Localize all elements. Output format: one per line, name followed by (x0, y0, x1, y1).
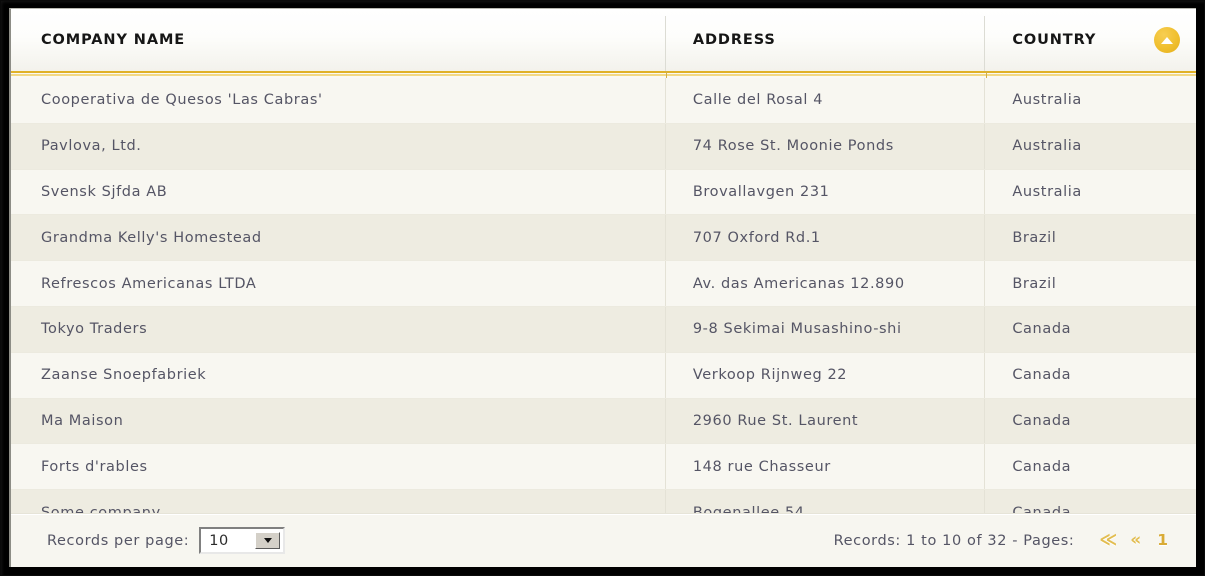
cell-country: Brazil (984, 261, 1196, 306)
cell-address: Av. das Americanas 12.890 (664, 261, 984, 306)
cell-country: Canada (984, 398, 1196, 444)
column-header-address[interactable]: ADDRESS (664, 9, 984, 71)
cell-company-name: Pavlova, Ltd. (41, 138, 142, 155)
table-row[interactable]: Refrescos Americanas LTDA Av. das Americ… (11, 261, 1196, 307)
grid-footer: Records per page: 10 Records: 1 to 10 of… (11, 513, 1196, 567)
records-per-page-select[interactable]: 10 (199, 527, 286, 554)
column-header-country[interactable]: COUNTRY (984, 9, 1196, 71)
chevron-down-icon[interactable] (255, 532, 281, 549)
records-per-page-label: Records per page: (47, 532, 190, 549)
previous-page-button[interactable]: « (1123, 532, 1147, 549)
records-info-label: Records: 1 to 10 of 32 - Pages: (833, 532, 1075, 549)
column-header-country-label: COUNTRY (1012, 32, 1097, 48)
cell-address: Brovallavgen 231 (664, 169, 984, 215)
widget-frame: COMPANY NAME ADDRESS COUNTRY Cooperativa… (0, 0, 1205, 576)
cell-address: 148 rue Chasseur (664, 444, 984, 489)
header-accent-rule (11, 71, 1196, 78)
cell-company-name: Cooperativa de Quesos 'Las Cabras' (41, 92, 323, 109)
cell-country: Canada (984, 352, 1196, 398)
table-row[interactable]: Svensk Sjfda AB Brovallavgen 231 Austral… (11, 169, 1196, 216)
data-grid: COMPANY NAME ADDRESS COUNTRY Cooperativa… (9, 8, 1196, 567)
grid-header-row: COMPANY NAME ADDRESS COUNTRY (11, 9, 1196, 71)
records-per-page-value: 10 (209, 532, 229, 549)
cell-country: Brazil (984, 215, 1196, 260)
cell-address: Calle del Rosal 4 (664, 78, 984, 123)
first-page-button[interactable]: ≪ (1092, 532, 1123, 549)
cell-company-name: Grandma Kelly's Homestead (41, 229, 262, 246)
accent-rule-lower (11, 74, 1196, 76)
cell-address: 2960 Rue St. Laurent (664, 398, 984, 444)
records-per-page-group: Records per page: 10 (11, 527, 286, 554)
column-header-company-name[interactable]: COMPANY NAME (11, 9, 665, 71)
cell-company-name: Tokyo Traders (41, 321, 148, 338)
cell-company-name: Svensk Sjfda AB (41, 183, 168, 200)
column-header-address-label: ADDRESS (692, 32, 776, 48)
table-row[interactable]: Forts d'rables 148 rue Chasseur Canada (11, 444, 1196, 491)
accent-rule-tick (666, 71, 667, 78)
cell-address: Verkoop Rijnweg 22 (664, 352, 984, 398)
cell-address: 74 Rose St. Moonie Ponds (664, 123, 984, 169)
table-row[interactable]: Zaanse Snoepfabriek Verkoop Rijnweg 22 C… (11, 352, 1196, 399)
cell-company-name: Zaanse Snoepfabriek (41, 367, 207, 384)
grid-body: Cooperativa de Quesos 'Las Cabras' Calle… (11, 78, 1196, 536)
cell-country: Australia (984, 78, 1196, 123)
pagination-group: Records: 1 to 10 of 32 - Pages: ≪ « 1 (834, 532, 1196, 549)
cell-address: 9-8 Sekimai Musashino-shi (664, 306, 984, 352)
accent-rule-upper (11, 71, 1196, 73)
cell-company-name: Ma Maison (41, 412, 124, 429)
table-row[interactable]: Tokyo Traders 9-8 Sekimai Musashino-shi … (11, 306, 1196, 353)
pager-controls: ≪ « 1 (1092, 532, 1174, 549)
sort-ascending-icon[interactable] (1154, 27, 1180, 53)
table-row[interactable]: Cooperativa de Quesos 'Las Cabras' Calle… (11, 78, 1196, 124)
table-row[interactable]: Ma Maison 2960 Rue St. Laurent Canada (11, 398, 1196, 445)
table-row[interactable]: Grandma Kelly's Homestead 707 Oxford Rd.… (11, 215, 1196, 262)
cell-country: Australia (984, 123, 1196, 169)
cell-address: 707 Oxford Rd.1 (664, 215, 984, 260)
accent-rule-tick (986, 71, 987, 78)
cell-company-name: Forts d'rables (41, 458, 148, 475)
cell-country: Australia (984, 169, 1196, 215)
cell-country: Canada (984, 444, 1196, 489)
page-number-1[interactable]: 1 (1147, 532, 1174, 549)
table-row[interactable]: Pavlova, Ltd. 74 Rose St. Moonie Ponds A… (11, 123, 1196, 170)
triangle-down-glyph (263, 538, 272, 543)
triangle-up-glyph (1161, 36, 1173, 44)
cell-company-name: Refrescos Americanas LTDA (41, 275, 257, 292)
column-header-company-name-label: COMPANY NAME (41, 32, 186, 48)
cell-country: Canada (984, 306, 1196, 352)
